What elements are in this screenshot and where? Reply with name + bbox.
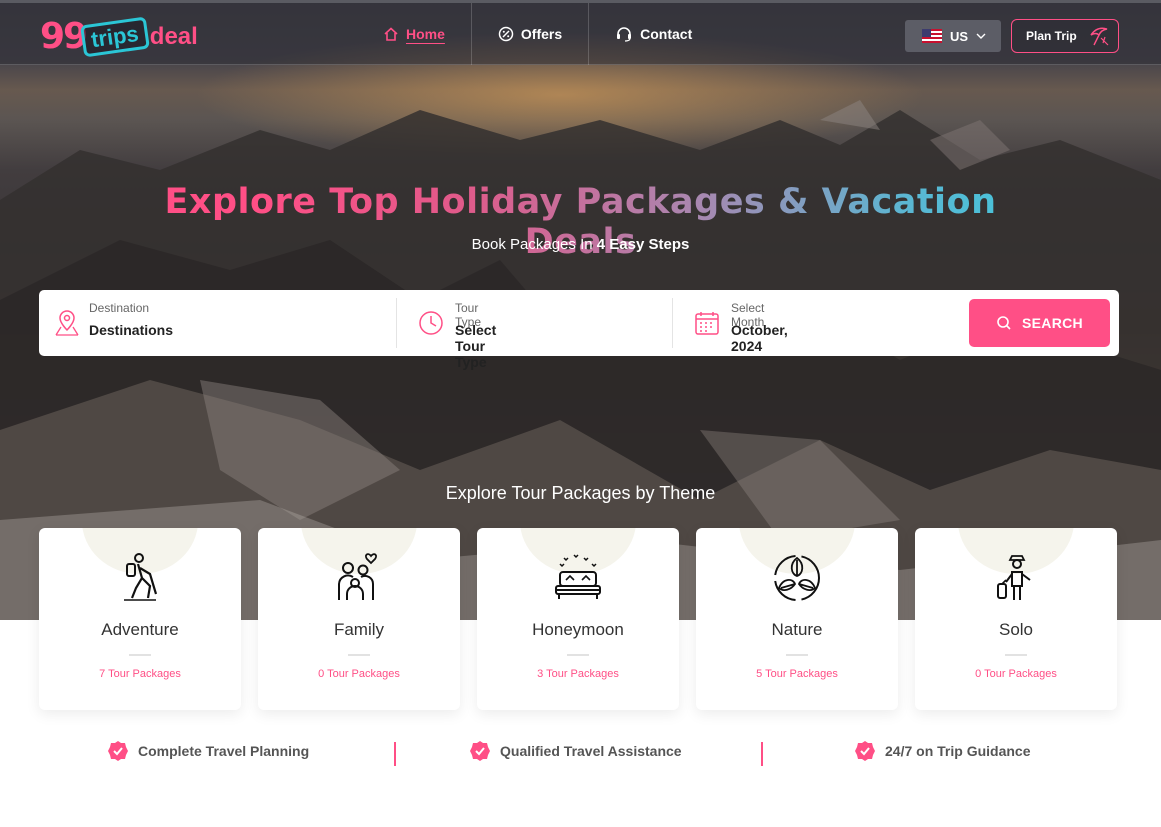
- theme-card-honeymoon[interactable]: Honeymoon 3 Tour Packages: [477, 528, 679, 710]
- destination-field[interactable]: Destination Destinations: [39, 298, 397, 348]
- month-field[interactable]: Select Month October, 2024: [673, 298, 969, 354]
- plan-trip-button[interactable]: Plan Trip: [1011, 19, 1119, 53]
- check-badge-icon: [470, 741, 490, 761]
- chevron-down-icon: [976, 33, 986, 39]
- language-selector[interactable]: US: [905, 20, 1001, 52]
- theme-card-nature[interactable]: Nature 5 Tour Packages: [696, 528, 898, 710]
- tour-type-field[interactable]: Tour Type Select Tour Type: [397, 298, 673, 370]
- check-badge-icon: [108, 741, 128, 761]
- feature-travel-planning: Complete Travel Planning: [107, 740, 309, 762]
- percent-badge-icon: [498, 26, 514, 42]
- calendar-icon: [695, 312, 719, 335]
- nav-contact-link[interactable]: Contact: [589, 3, 718, 65]
- family-icon: [338, 553, 377, 600]
- headset-icon: [617, 27, 632, 42]
- nav-offers-link[interactable]: Offers: [472, 3, 590, 65]
- hero-subheadline: Book Packages In 4 Easy Steps: [471, 236, 690, 253]
- theme-cards: Adventure 7 Tour Packages Family 0 Tour …: [39, 528, 1117, 710]
- site-logo[interactable]: 99 trips deal: [40, 16, 198, 58]
- check-badge-icon: [855, 741, 875, 761]
- us-flag-icon: [922, 29, 942, 43]
- home-icon: [384, 27, 398, 41]
- hiker-icon: [124, 553, 158, 601]
- leaves-cycle-icon: [774, 555, 820, 601]
- nav-home-link[interactable]: Home: [357, 3, 472, 65]
- main-menu: Home Offers Contact: [357, 3, 718, 65]
- feature-divider: [394, 742, 396, 766]
- search-icon: [997, 316, 1011, 330]
- solo-traveler-icon: [997, 555, 1031, 600]
- feature-divider: [761, 742, 763, 766]
- search-bar: Destination Destinations Tour Type Selec…: [39, 290, 1119, 370]
- search-button[interactable]: SEARCH: [969, 299, 1110, 347]
- feature-trip-guidance: 24/7 on Trip Guidance: [854, 740, 1030, 762]
- themes-section-title: Explore Tour Packages by Theme: [445, 483, 716, 503]
- clock-icon: [419, 311, 443, 335]
- theme-card-solo[interactable]: Solo 0 Tour Packages: [915, 528, 1117, 710]
- theme-card-family[interactable]: Family 0 Tour Packages: [258, 528, 460, 710]
- beach-umbrella-icon: [1090, 27, 1109, 46]
- theme-card-adventure[interactable]: Adventure 7 Tour Packages: [39, 528, 241, 710]
- feature-travel-assistance: Qualified Travel Assistance: [469, 740, 682, 762]
- map-pin-icon: [55, 310, 79, 336]
- honeymoon-bed-icon: [555, 554, 601, 599]
- top-navbar: 99 trips deal Home Offers Contact US Pla…: [0, 0, 1161, 65]
